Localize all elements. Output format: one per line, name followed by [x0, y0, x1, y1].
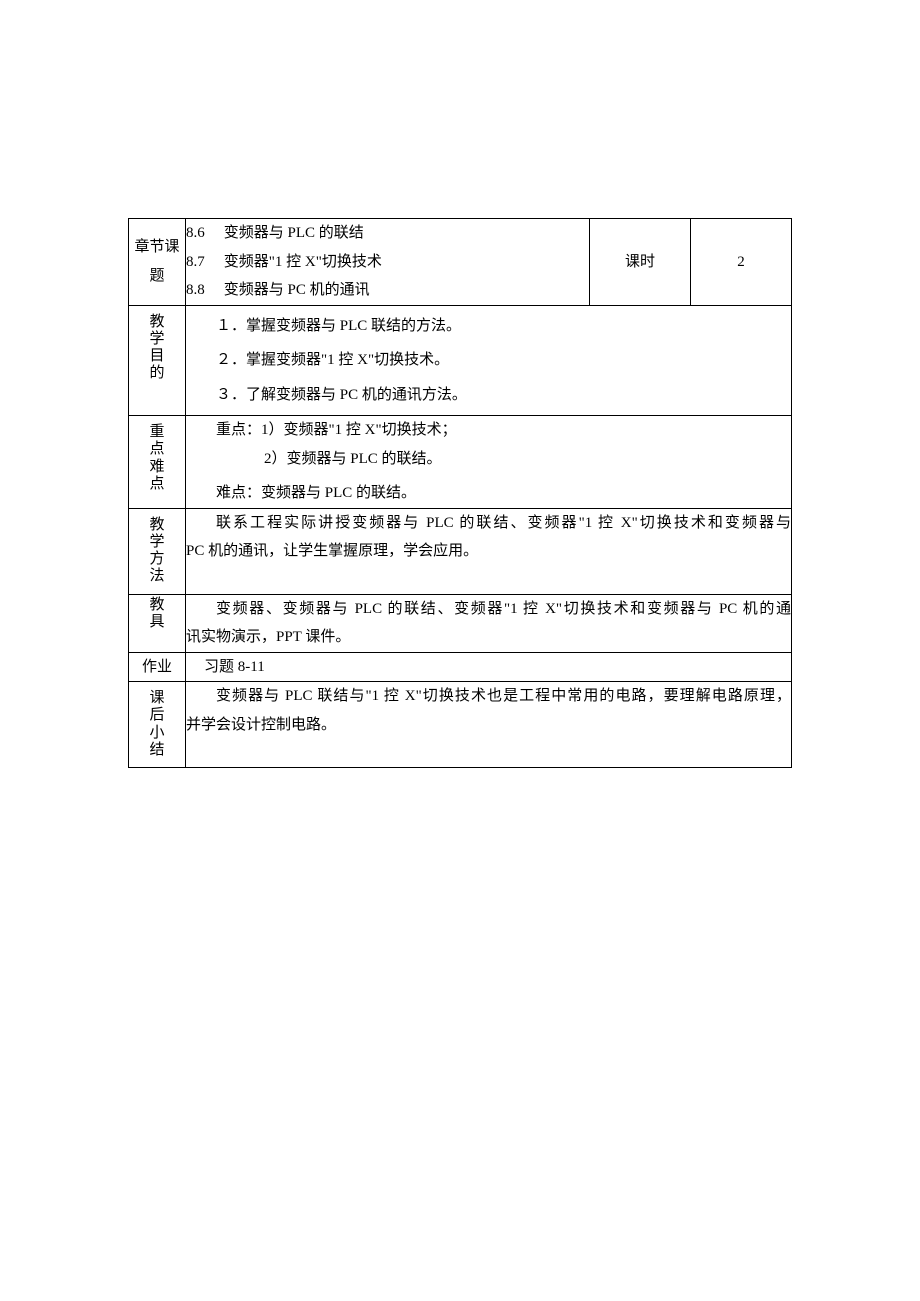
- hours-label: 课时: [625, 254, 655, 270]
- homework-label-cell: 作业: [129, 652, 186, 682]
- chapter-topic-label-cell: 章节课题: [129, 219, 186, 306]
- objective-item: １．掌握变频器与 PLC 联结的方法。: [186, 312, 791, 341]
- header-row: 章节课题 8.6 变频器与 PLC 的联结 8.7 变频器"1 控 X"切换技术…: [129, 219, 792, 306]
- hours-value: 2: [737, 254, 745, 270]
- homework-text: 习题 8-11: [186, 659, 265, 675]
- summary-text-l1: 变频器与 PLC 联结与"1 控 X"切换技术也是工程中常用的电路，要理解电路原…: [186, 682, 791, 711]
- chapter-topic-content: 8.6 变频器与 PLC 的联结 8.7 变频器"1 控 X"切换技术 8.8 …: [186, 219, 590, 306]
- keypoint-line: 重点：1）变频器"1 控 X"切换技术；: [186, 416, 791, 445]
- tools-row: 教具 变频器、变频器与 PLC 的联结、变频器"1 控 X"切换技术和变频器与 …: [129, 594, 792, 652]
- homework-row: 作业 习题 8-11: [129, 652, 792, 682]
- method-label: 教学方法: [129, 509, 185, 594]
- homework-content: 习题 8-11: [186, 652, 792, 682]
- objective-item: ２．掌握变频器"1 控 X"切换技术。: [186, 346, 791, 375]
- topic-num: 8.6: [186, 219, 220, 248]
- tools-content: 变频器、变频器与 PLC 的联结、变频器"1 控 X"切换技术和变频器与 PC …: [186, 594, 792, 652]
- chapter-topic-label: 章节课题: [134, 239, 179, 284]
- topic-num: 8.7: [186, 248, 220, 277]
- summary-label-cell: 课后小结: [129, 682, 186, 768]
- homework-label: 作业: [142, 659, 172, 675]
- topic-line-3: 8.8 变频器与 PC 机的通讯: [186, 276, 589, 305]
- method-content: 联系工程实际讲授变频器与 PLC 的联结、变频器"1 控 X"切换技术和变频器与…: [186, 508, 792, 594]
- summary-content: 变频器与 PLC 联结与"1 控 X"切换技术也是工程中常用的电路，要理解电路原…: [186, 682, 792, 768]
- summary-label: 课后小结: [129, 682, 185, 767]
- keypoints-content: 重点：1）变频器"1 控 X"切换技术； 2）变频器与 PLC 的联结。 难点：…: [186, 416, 792, 509]
- tools-text-l2: 讯实物演示，PPT 课件。: [186, 623, 791, 652]
- objectives-row: 教学目的 １．掌握变频器与 PLC 联结的方法。 ２．掌握变频器"1 控 X"切…: [129, 305, 792, 416]
- summary-text-l2: 并学会设计控制电路。: [186, 711, 791, 740]
- objective-item: ３．了解变频器与 PC 机的通讯方法。: [186, 381, 791, 410]
- topic-line-2: 8.7 变频器"1 控 X"切换技术: [186, 248, 589, 277]
- tools-label-cell: 教具: [129, 594, 186, 652]
- document-page: 章节课题 8.6 变频器与 PLC 的联结 8.7 变频器"1 控 X"切换技术…: [0, 0, 920, 1301]
- keypoint-line: 2）变频器与 PLC 的联结。: [186, 445, 791, 474]
- method-label-cell: 教学方法: [129, 508, 186, 594]
- keypoints-label-cell: 重点难点: [129, 416, 186, 509]
- tools-text-l1: 变频器、变频器与 PLC 的联结、变频器"1 控 X"切换技术和变频器与 PC …: [186, 595, 791, 624]
- difficult-line: 难点：变频器与 PLC 的联结。: [186, 479, 791, 508]
- method-text-l1: 联系工程实际讲授变频器与 PLC 的联结、变频器"1 控 X"切换技术和变频器与: [186, 509, 791, 538]
- topic-title: 变频器"1 控 X"切换技术: [224, 254, 382, 270]
- lesson-plan-table: 章节课题 8.6 变频器与 PLC 的联结 8.7 变频器"1 控 X"切换技术…: [128, 218, 792, 768]
- objectives-label: 教学目的: [129, 306, 185, 391]
- hours-value-cell: 2: [691, 219, 792, 306]
- topic-title: 变频器与 PC 机的通讯: [224, 282, 370, 298]
- topic-num: 8.8: [186, 276, 220, 305]
- keypoints-label: 重点难点: [129, 416, 185, 501]
- summary-row: 课后小结 变频器与 PLC 联结与"1 控 X"切换技术也是工程中常用的电路，要…: [129, 682, 792, 768]
- keypoints-row: 重点难点 重点：1）变频器"1 控 X"切换技术； 2）变频器与 PLC 的联结…: [129, 416, 792, 509]
- topic-line-1: 8.6 变频器与 PLC 的联结: [186, 219, 589, 248]
- topic-title: 变频器与 PLC 的联结: [224, 225, 364, 241]
- objectives-label-cell: 教学目的: [129, 305, 186, 416]
- objectives-content: １．掌握变频器与 PLC 联结的方法。 ２．掌握变频器"1 控 X"切换技术。 …: [186, 305, 792, 416]
- tools-label: 教具: [129, 595, 185, 640]
- method-text-l2: PC 机的通讯，让学生掌握原理，学会应用。: [186, 537, 791, 566]
- method-row: 教学方法 联系工程实际讲授变频器与 PLC 的联结、变频器"1 控 X"切换技术…: [129, 508, 792, 594]
- hours-label-cell: 课时: [590, 219, 691, 306]
